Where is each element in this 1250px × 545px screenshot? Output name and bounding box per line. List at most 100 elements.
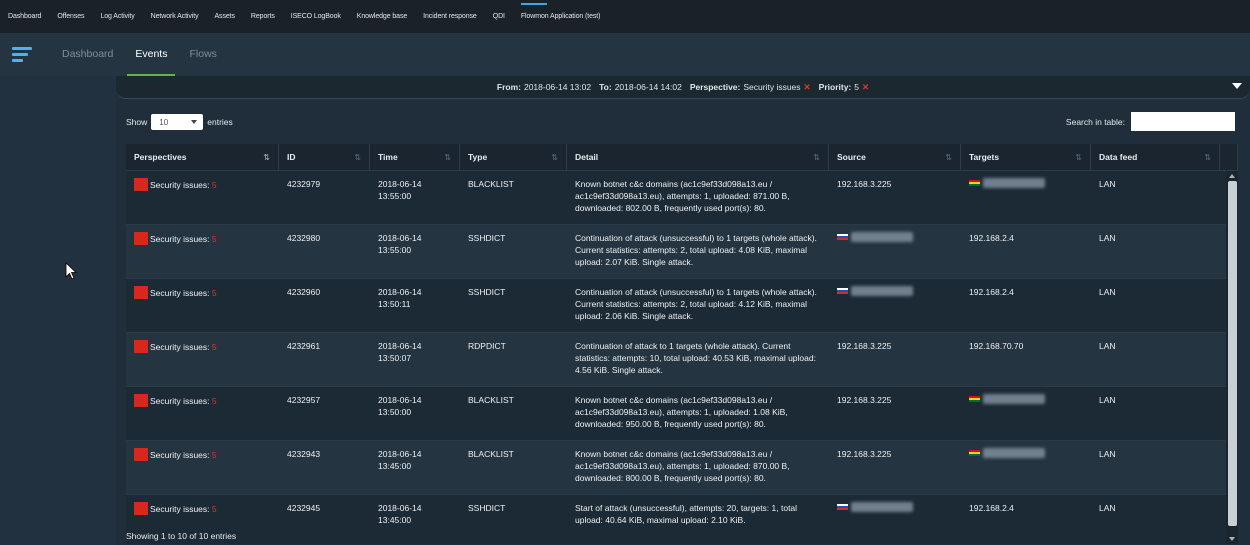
priority-indicator-icon bbox=[134, 502, 148, 515]
nav-item-network-activity[interactable]: Network Activity bbox=[143, 0, 207, 33]
filter-perspective: Perspective: Security issues ✕ bbox=[689, 81, 811, 92]
cell-time: 2018-06-14 13:55:00 bbox=[370, 171, 460, 224]
cell-source: 192.168.3.225 bbox=[829, 441, 961, 494]
priority-indicator-icon bbox=[134, 394, 148, 407]
cell-perspective: Security issues: 5 bbox=[126, 171, 279, 224]
table-scrollbar[interactable] bbox=[1226, 171, 1238, 544]
table-body: Security issues: 5 4232979 2018-06-14 13:55… bbox=[126, 171, 1238, 544]
cell-detail: Continuation of attack to 1 targets (who… bbox=[575, 341, 816, 375]
column-header-time[interactable]: Time ⇅ bbox=[370, 144, 460, 170]
table-search: Search in table: bbox=[1066, 112, 1235, 131]
table-row[interactable]: Security issues: 5 4232961 2018-06-14 13:50… bbox=[126, 333, 1238, 387]
cell-type: SSHDICT bbox=[468, 287, 506, 297]
tab-flows[interactable]: Flows bbox=[189, 33, 216, 76]
table-row[interactable]: Security issues: 5 4232945 2018-06-14 13:45… bbox=[126, 495, 1238, 544]
sort-icon[interactable]: ⇅ bbox=[263, 153, 270, 162]
tab-dashboard[interactable]: Dashboard bbox=[62, 33, 113, 76]
nav-item-log-activity[interactable]: Log Activity bbox=[92, 0, 142, 33]
cell-time: 2018-06-14 13:45:00 bbox=[370, 441, 460, 494]
nav-item-iseco-logbook[interactable]: ISECO LogBook bbox=[283, 0, 349, 33]
nav-item-knowledge-base[interactable]: Knowledge base bbox=[349, 0, 415, 33]
column-header-type[interactable]: Type ⇅ bbox=[460, 144, 567, 170]
column-header-detail[interactable]: Detail ⇅ bbox=[567, 144, 829, 170]
events-table: Perspectives ⇅ ID ⇅ Time ⇅ Type ⇅ Detail ⇅ Source ⇅… bbox=[126, 144, 1238, 544]
column-header-perspectives[interactable]: Perspectives ⇅ bbox=[126, 144, 279, 170]
column-label: Source bbox=[837, 152, 866, 162]
column-label: Detail bbox=[575, 152, 599, 162]
redacted-target-ip bbox=[983, 394, 1045, 404]
sort-icon[interactable]: ⇅ bbox=[1075, 153, 1082, 162]
nav-item-flowmon-application-test[interactable]: Flowmon Application (test) bbox=[513, 0, 609, 33]
cell-clock: 13:55:00 bbox=[378, 245, 412, 255]
cell-id: 4232957 bbox=[287, 395, 321, 405]
column-header-source[interactable]: Source ⇅ bbox=[829, 144, 961, 170]
search-input[interactable] bbox=[1131, 112, 1235, 131]
table-row[interactable]: Security issues: 5 4232943 2018-06-14 13:45… bbox=[126, 441, 1238, 495]
filter-to: To: 2018-06-14 14:02 bbox=[599, 82, 682, 92]
nav-item-assets[interactable]: Assets bbox=[206, 0, 242, 33]
filter-priority: Priority: 5 ✕ bbox=[818, 81, 870, 92]
sort-icon[interactable]: ⇅ bbox=[551, 153, 558, 162]
scroll-thumb[interactable] bbox=[1228, 181, 1237, 526]
sort-icon[interactable]: ⇅ bbox=[1204, 153, 1211, 162]
cell-targets bbox=[961, 441, 1091, 494]
sort-icon[interactable]: ⇅ bbox=[945, 153, 952, 162]
table-row[interactable]: Security issues: 5 4232960 2018-06-14 13:50… bbox=[126, 279, 1238, 333]
nav-item-incident-response[interactable]: Incident response bbox=[415, 0, 485, 33]
cell-targets: 192.168.2.4 bbox=[961, 279, 1091, 332]
perspective-count: 5 bbox=[211, 288, 217, 298]
cell-id: 4232960 bbox=[287, 287, 321, 297]
scroll-up-icon[interactable] bbox=[1229, 174, 1235, 178]
nav-item-offenses[interactable]: Offenses bbox=[49, 0, 92, 33]
sort-icon[interactable]: ⇅ bbox=[444, 153, 451, 162]
remove-priority-icon[interactable]: ✕ bbox=[862, 82, 869, 92]
cell-perspective: Security issues: 5 bbox=[126, 333, 279, 386]
cell-type: BLACKLIST bbox=[468, 395, 514, 405]
sub-navigation: Dashboard Events Flows bbox=[0, 33, 1250, 76]
source-ip: 192.168.3.225 bbox=[837, 179, 892, 189]
cell-detail: Continuation of attack (unsuccessful) to… bbox=[575, 233, 817, 267]
sort-icon[interactable]: ⇅ bbox=[813, 153, 820, 162]
country-flag-icon bbox=[969, 450, 980, 456]
column-header-id[interactable]: ID ⇅ bbox=[279, 144, 370, 170]
perspective-label: Security issues: bbox=[150, 342, 210, 352]
cell-id: 4232979 bbox=[287, 179, 321, 189]
cell-source bbox=[829, 279, 961, 332]
cell-source: 192.168.3.225 bbox=[829, 171, 961, 224]
remove-perspective-icon[interactable]: ✕ bbox=[804, 82, 811, 92]
nav-item-qdi[interactable]: QDI bbox=[485, 0, 513, 33]
column-header-data-feed[interactable]: Data feed ⇅ bbox=[1091, 144, 1220, 170]
cell-type: RDPDICT bbox=[468, 341, 506, 351]
entries-label: entries bbox=[207, 117, 233, 127]
table-row[interactable]: Security issues: 5 4232979 2018-06-14 13:55… bbox=[126, 171, 1238, 225]
country-flag-icon bbox=[969, 180, 980, 186]
filter-dropdown-icon[interactable] bbox=[1232, 83, 1242, 89]
filter-from: From: 2018-06-14 13:02 bbox=[496, 82, 592, 92]
cell-date: 2018-06-14 bbox=[378, 503, 422, 513]
target-ip: 192.168.2.4 bbox=[969, 233, 1014, 243]
sort-icon[interactable]: ⇅ bbox=[354, 153, 361, 162]
redacted-source-ip bbox=[851, 286, 913, 296]
perspective-count: 5 bbox=[211, 342, 217, 352]
cell-time: 2018-06-14 13:50:07 bbox=[370, 333, 460, 386]
perspective-count: 5 bbox=[211, 396, 217, 406]
entries-select[interactable]: 10 bbox=[151, 114, 204, 130]
tab-events[interactable]: Events bbox=[127, 33, 176, 76]
cell-targets bbox=[961, 171, 1091, 224]
cell-id: 4232961 bbox=[287, 341, 321, 351]
table-row[interactable]: Security issues: 5 4232980 2018-06-14 13:55… bbox=[126, 225, 1238, 279]
cell-source: 192.168.3.225 bbox=[829, 333, 961, 386]
country-flag-icon bbox=[837, 234, 848, 240]
column-header-targets[interactable]: Targets ⇅ bbox=[961, 144, 1091, 170]
scroll-down-icon[interactable] bbox=[1229, 537, 1235, 541]
column-label: Perspectives bbox=[134, 152, 187, 162]
cell-clock: 13:45:00 bbox=[378, 515, 412, 525]
cell-perspective: Security issues: 5 bbox=[126, 387, 279, 440]
table-header: Perspectives ⇅ ID ⇅ Time ⇅ Type ⇅ Detail ⇅ Source ⇅… bbox=[126, 144, 1238, 171]
app-logo-icon[interactable] bbox=[0, 33, 40, 76]
cell-detail: Start of attack (unsuccessful), attempts… bbox=[575, 503, 798, 525]
table-row[interactable]: Security issues: 5 4232957 2018-06-14 13:50… bbox=[126, 387, 1238, 441]
nav-item-dashboard[interactable]: Dashboard bbox=[0, 0, 49, 33]
cell-clock: 13:55:00 bbox=[378, 191, 412, 201]
nav-item-reports[interactable]: Reports bbox=[243, 0, 283, 33]
